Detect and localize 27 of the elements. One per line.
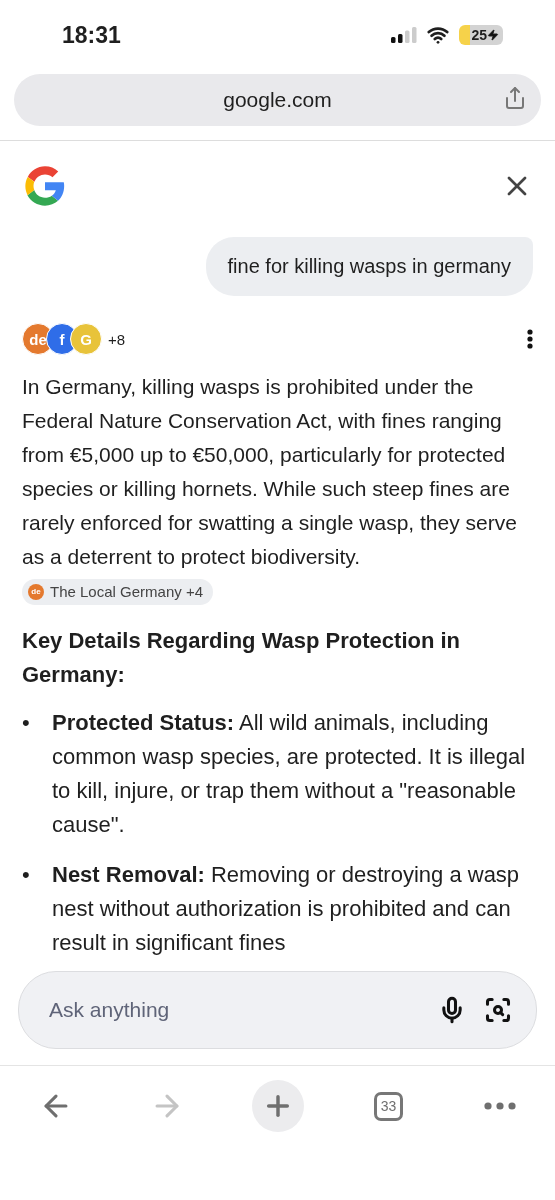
source-count[interactable]: +8	[108, 330, 527, 348]
source-logo: de	[28, 584, 44, 601]
camera-search-icon	[484, 996, 512, 1024]
ask-bar[interactable]: Ask anything	[18, 971, 537, 1049]
bullet-text: Protected Status: All wild animals, including common wasp species, are protected. It is illegal to kill, injure, or trap them without a "reasonable cause".	[52, 709, 527, 839]
share-button[interactable]	[503, 86, 527, 110]
wifi-icon	[427, 24, 450, 46]
address-bar[interactable]: google.com	[14, 74, 541, 126]
share-icon	[503, 86, 527, 110]
battery-level: 25	[459, 25, 503, 45]
bullet-marker: •	[22, 709, 31, 737]
menu-button[interactable]	[527, 329, 533, 349]
charging-icon	[487, 29, 499, 41]
signal-icon	[391, 27, 418, 43]
bullet-text: Nest Removal: Removing or destroying a wasp nest without authorization is prohibited and can result in significant fines	[52, 861, 521, 957]
bullet-marker: •	[22, 861, 31, 889]
menu-icon	[527, 329, 533, 349]
citation-chip[interactable]: de The Local Germany +4	[22, 579, 213, 606]
more-icon	[483, 1102, 516, 1110]
answer-paragraph: In Germany, killing wasps is prohibited under the Federal Nature Conservation Act, with fines ranging from €5,000 up to €50,000, particularly for protected species or killing hornets. While such steep fines are rarely enforced for swatting a single wasp, they serve as a deterrent to protect biodiversity. de The Local Germany +4	[22, 370, 533, 608]
ask-input[interactable]: Ask anything	[47, 997, 420, 1023]
query-bubble: fine for killing wasps in germany	[205, 237, 533, 296]
tab-switcher-button[interactable]: 33	[362, 1080, 415, 1132]
lens-button[interactable]	[484, 996, 512, 1024]
status-time: 18:31	[62, 21, 121, 49]
section-heading: Key Details Regarding Wasp Protection in Germany:	[22, 627, 462, 689]
url-text: google.com	[223, 88, 332, 112]
